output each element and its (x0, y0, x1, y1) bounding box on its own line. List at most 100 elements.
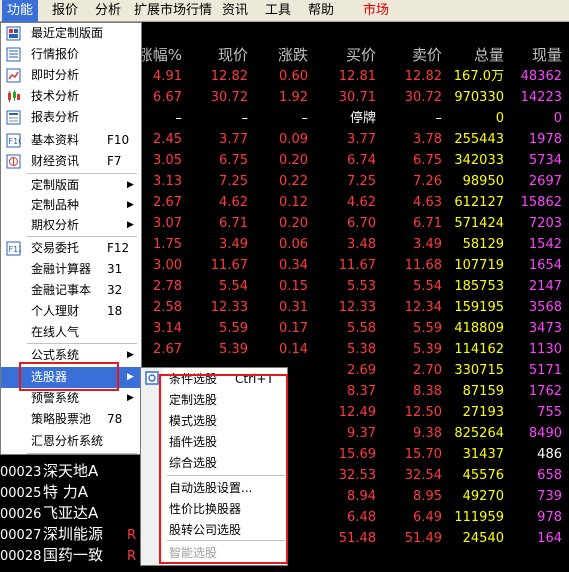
stock-code[interactable]: 00023 (0, 462, 41, 483)
table-cell: 27193 (462, 405, 504, 420)
table-cell: 1130 (528, 342, 562, 357)
stock-name[interactable]: 飞亚达A (43, 503, 98, 524)
menu-item[interactable]: 定制品种 ▶ (1, 195, 141, 216)
table-cell: 12.82 (210, 69, 248, 84)
table-cell: 330715 (454, 363, 504, 378)
table-cell: 418809 (454, 321, 504, 336)
menu-item[interactable]: 金融计算器 31 (1, 259, 141, 280)
table-cell: 3.78 (413, 132, 442, 147)
menu-item[interactable]: 报表分析 (1, 107, 141, 128)
menu-quote[interactable]: 报价 (52, 0, 78, 22)
stock-code[interactable]: 00025 (0, 483, 41, 504)
table-cell: 12.82 (404, 69, 442, 84)
table-cell: 3.49 (413, 237, 442, 252)
table-cell: 4.62 (347, 195, 376, 210)
f12-icon: F12 (6, 241, 21, 256)
menu-help[interactable]: 帮助 (308, 0, 334, 22)
menu-item[interactable]: 行情报价 (1, 44, 141, 65)
menu-item[interactable]: 个人理财 18 (1, 301, 141, 322)
menu-item[interactable]: F10 基本资料 F10 (1, 130, 141, 151)
menu-item[interactable]: 最近定制版面 (1, 23, 141, 44)
menu-tools[interactable]: 工具 (265, 0, 291, 22)
menu-item[interactable]: 定制版面 ▶ (1, 175, 141, 196)
table-cell: 0.06 (279, 237, 308, 252)
menu-item[interactable]: 即时分析 (1, 65, 141, 86)
menu-item-label: 策略股票池 (31, 412, 92, 426)
col-header-price[interactable]: 现价 (192, 44, 248, 66)
table-cell: 167.0万 (453, 69, 504, 84)
submenu-arrow-icon: ▶ (127, 393, 134, 403)
table-cell: 978 (537, 510, 562, 525)
stock-name[interactable]: 深圳能源 (43, 524, 103, 545)
col-header-bid[interactable]: 买价 (320, 44, 376, 66)
news-icon (6, 154, 21, 169)
menu-item[interactable]: 预警系统 ▶ (1, 388, 141, 409)
table-cell: 0.09 (279, 132, 308, 147)
menu-item-shortcut: F7 (107, 154, 122, 168)
menu-item-label: 金融记事本 (31, 283, 92, 297)
stock-name[interactable]: 国药一致 (43, 545, 103, 566)
menu-item-label: 个人理财 (31, 304, 80, 318)
table-cell: 114162 (454, 342, 504, 357)
menu-item[interactable]: 技术分析 (1, 86, 141, 107)
table-cell: 停牌 (349, 111, 376, 126)
table-cell: 11.67 (338, 258, 376, 273)
table-cell: 8.38 (413, 384, 442, 399)
table-cell: 11.67 (210, 258, 248, 273)
table-cell: 111959 (454, 510, 504, 525)
table-cell: 5.59 (219, 321, 248, 336)
table-cell: 6.70 (347, 216, 376, 231)
table-cell: 3.77 (219, 132, 248, 147)
table-cell: 6.74 (347, 153, 376, 168)
table-cell: 342033 (454, 153, 504, 168)
menu-item[interactable]: 期权分析 ▶ (1, 215, 141, 236)
table-cell: 107719 (454, 258, 504, 273)
menu-item-label: 金融计算器 (31, 262, 92, 276)
table-cell: 5.38 (347, 342, 376, 357)
report-icon (6, 110, 21, 125)
menu-item-label: 定制品种 (31, 198, 80, 212)
menu-market[interactable]: 市场 (363, 0, 389, 22)
table-cell: 30.71 (338, 90, 376, 105)
col-header-change[interactable]: 涨跌 (252, 44, 308, 66)
table-cell: 0 (553, 111, 562, 126)
table-cell: 2697 (528, 174, 562, 189)
menu-item[interactable]: 策略股票池 78 (1, 409, 141, 430)
menu-separator (27, 236, 137, 237)
table-cell: 4.62 (219, 195, 248, 210)
table-cell: 755 (537, 405, 562, 420)
table-cell: 164 (537, 531, 562, 546)
col-header-current-volume[interactable]: 现量 (504, 44, 562, 66)
menu-item[interactable]: 金融记事本 32 (1, 280, 141, 301)
table-cell: 45576 (462, 468, 504, 483)
stock-name[interactable]: 深天地A (43, 461, 98, 482)
table-cell: 4.63 (413, 195, 442, 210)
table-cell: 486 (537, 447, 562, 462)
table-cell: 9.37 (347, 426, 376, 441)
stock-code[interactable]: 00026 (0, 504, 41, 525)
table-cell: 6.48 (347, 510, 376, 525)
menu-news[interactable]: 资讯 (222, 0, 248, 22)
col-header-ask[interactable]: 卖价 (384, 44, 442, 66)
col-header-volume[interactable]: 总量 (444, 44, 504, 66)
table-cell: 12.49 (338, 405, 376, 420)
menu-extended-market[interactable]: 扩展市场行情 (134, 0, 212, 22)
table-cell: 8.37 (347, 384, 376, 399)
stock-code[interactable]: 00027 (0, 525, 41, 546)
table-cell: 5.39 (413, 342, 442, 357)
table-cell: 571424 (454, 216, 504, 231)
menu-function[interactable]: 功能 (2, 0, 38, 22)
stock-name[interactable]: 特 力A (43, 482, 88, 503)
menu-item-label: 汇恩分析系统 (31, 434, 104, 448)
table-cell: 1978 (528, 132, 562, 147)
table-cell: 6.49 (413, 510, 442, 525)
submenu-arrow-icon: ▶ (127, 180, 134, 190)
menu-item-label: 技术分析 (31, 89, 80, 103)
menu-item[interactable]: F12 交易委托 F12 (1, 238, 141, 259)
stock-code[interactable]: 00028 (0, 546, 41, 567)
menu-analysis[interactable]: 分析 (95, 0, 121, 22)
menu-item[interactable]: 财经资讯 F7 (1, 151, 141, 172)
menu-item[interactable]: 在线人气 (1, 322, 141, 343)
menu-item[interactable]: 汇恩分析系统 (1, 431, 141, 452)
menu-item-label: 财经资讯 (31, 154, 80, 168)
